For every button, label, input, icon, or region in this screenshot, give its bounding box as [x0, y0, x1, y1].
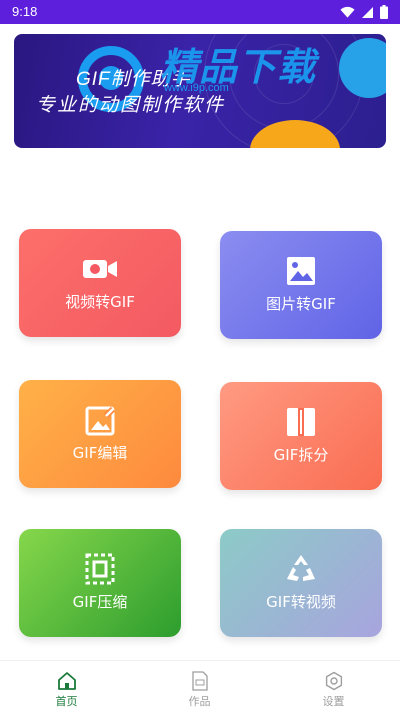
recycle-arrows-icon	[287, 555, 315, 581]
promo-banner[interactable]: GIF制作助手 专业的动图制作软件 精品下载 www.i9p.com	[14, 34, 386, 148]
settings-icon	[325, 671, 342, 691]
video-to-gif-button[interactable]: 视频转GIF	[19, 229, 181, 337]
bottom-nav: 首页 作品 设置	[0, 660, 400, 712]
home-icon	[57, 672, 76, 690]
battery-icon	[380, 5, 388, 19]
wifi-icon	[340, 6, 355, 18]
video-camera-icon	[83, 260, 117, 278]
tile-label: GIF编辑	[72, 444, 128, 462]
gif-compress-button[interactable]: GIF压缩	[19, 529, 181, 637]
tile-label: 视频转GIF	[65, 293, 135, 311]
nav-item-settings[interactable]: 设置	[267, 661, 400, 712]
gif-split-button[interactable]: GIF拆分	[220, 382, 382, 490]
banner-subtitle: 专业的动图制作软件	[36, 94, 226, 116]
gif-to-video-button[interactable]: GIF转视频	[220, 529, 382, 637]
status-time: 9:18	[12, 4, 38, 19]
split-icon	[287, 408, 315, 436]
nav-label: 设置	[322, 695, 345, 708]
nav-label: 作品	[188, 695, 211, 708]
nav-item-works[interactable]: 作品	[133, 661, 266, 712]
signal-icon	[362, 6, 373, 18]
tile-label: 图片转GIF	[266, 295, 336, 313]
nav-label: 首页	[55, 695, 78, 708]
gif-file-icon	[191, 671, 208, 691]
tile-label: GIF拆分	[273, 446, 329, 464]
gif-edit-button[interactable]: GIF编辑	[19, 380, 181, 488]
image-edit-icon	[85, 406, 116, 436]
compress-icon	[85, 553, 115, 585]
watermark-url: www.i9p.com	[164, 82, 229, 94]
image-icon	[287, 257, 315, 285]
status-bar: 9:18	[0, 0, 400, 24]
nav-item-home[interactable]: 首页	[0, 661, 133, 712]
status-icons	[340, 5, 388, 19]
tile-label: GIF压缩	[72, 593, 128, 611]
image-to-gif-button[interactable]: 图片转GIF	[220, 231, 382, 339]
tile-label: GIF转视频	[266, 593, 336, 611]
